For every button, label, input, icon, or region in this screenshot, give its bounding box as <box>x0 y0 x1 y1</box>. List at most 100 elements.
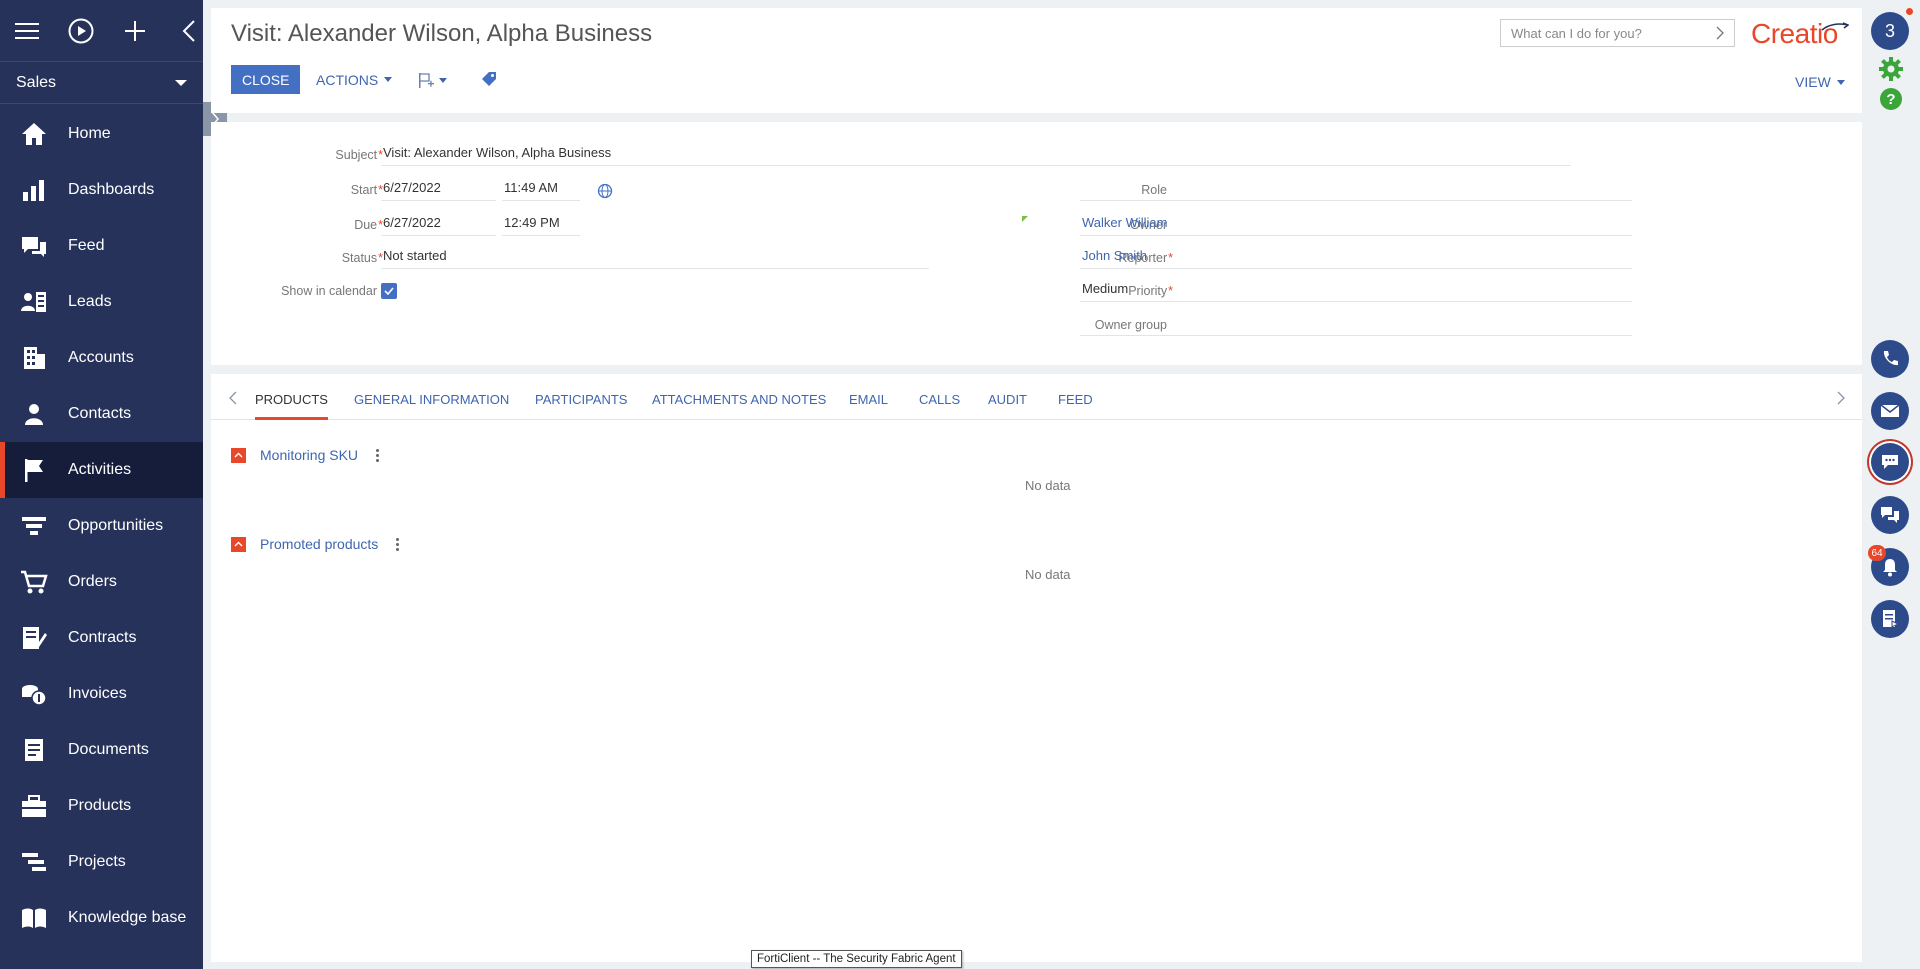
sidebar-item-orders[interactable]: Orders <box>0 554 203 610</box>
sidebar-item-knowledge-base[interactable]: Knowledge base <box>0 890 203 946</box>
workspace-selector[interactable]: Sales <box>0 62 203 104</box>
collapse-sidebar-icon[interactable] <box>176 18 202 44</box>
workspace-label: Sales <box>16 73 57 91</box>
close-button[interactable]: CLOSE <box>231 65 301 94</box>
view-button[interactable]: VIEW <box>1795 74 1845 90</box>
process-tasks-icon[interactable] <box>1871 600 1909 638</box>
sidebar-item-projects[interactable]: Projects <box>0 834 203 890</box>
priority-field[interactable]: Medium <box>1080 280 1632 302</box>
detail-title[interactable]: Monitoring SKU <box>260 447 358 463</box>
sidebar-item-contracts[interactable]: Contracts <box>0 610 203 666</box>
sidebar-item-accounts[interactable]: Accounts <box>0 330 203 386</box>
sidebar-item-opportunities[interactable]: Opportunities <box>0 498 203 554</box>
start-time-field[interactable]: 11:49 AM <box>502 179 580 201</box>
invoices-icon <box>20 680 48 708</box>
sidebar-item-label: Activities <box>68 461 132 478</box>
chevron-down-icon <box>1836 79 1845 85</box>
checkmark-icon <box>384 287 394 295</box>
sidebar-item-feed[interactable]: Feed <box>0 218 203 274</box>
feed-conversations-icon[interactable] <box>1871 496 1909 534</box>
tabs-scroll-right-icon[interactable] <box>1837 391 1845 408</box>
actions-button[interactable]: ACTIONS <box>316 65 393 94</box>
owner-group-field[interactable] <box>1080 314 1632 336</box>
due-time-field[interactable]: 12:49 PM <box>502 214 580 236</box>
creatio-logo: Creatio <box>1751 18 1849 50</box>
sidebar-item-dashboards[interactable]: Dashboards <box>0 162 203 218</box>
help-icon[interactable]: ? <box>1877 85 1905 113</box>
sidebar-item-home[interactable]: Home <box>0 106 203 162</box>
sidebar-item-invoices[interactable]: Invoices <box>0 666 203 722</box>
more-options-icon[interactable] <box>392 537 403 551</box>
sidebar-item-contacts[interactable]: Contacts <box>0 386 203 442</box>
sidebar-item-activities[interactable]: Activities <box>0 442 203 498</box>
tag-button[interactable] <box>481 71 497 90</box>
search-input[interactable] <box>1511 25 1691 41</box>
chevron-right-icon[interactable] <box>1716 26 1724 40</box>
collapse-toggle-icon[interactable] <box>231 536 246 552</box>
due-label: Due* <box>354 218 383 232</box>
due-date-field[interactable]: 6/27/2022 <box>381 214 496 236</box>
sidebar-item-label: Feed <box>68 237 105 254</box>
timezone-globe-icon[interactable] <box>597 183 613 202</box>
tab-email[interactable]: EMAIL <box>849 392 888 420</box>
collapse-toggle-icon[interactable] <box>231 447 246 463</box>
role-field[interactable] <box>1080 179 1632 201</box>
tab-calls[interactable]: CALLS <box>919 392 960 420</box>
sidebar-item-documents[interactable]: Documents <box>0 722 203 778</box>
tab-products[interactable]: PRODUCTS <box>255 392 328 420</box>
contracts-icon <box>20 624 48 652</box>
sidebar-item-products[interactable]: Products <box>0 778 203 834</box>
tab-bar: PRODUCTS GENERAL INFORMATION PARTICIPANT… <box>211 374 1862 420</box>
sidebar-toolbar <box>0 0 203 62</box>
detail-title[interactable]: Promoted products <box>260 536 378 552</box>
status-label: Status* <box>341 251 383 265</box>
flag-process-button[interactable] <box>417 71 447 89</box>
logo-swoosh-icon <box>1821 22 1849 31</box>
sidebar-item-label: Products <box>68 797 132 814</box>
unread-dot <box>1906 8 1913 15</box>
sidebar-item-label: Projects <box>68 853 126 870</box>
sidebar: Sales Home Dashboards Feed Leads Account… <box>0 0 203 969</box>
sidebar-item-leads[interactable]: Leads <box>0 274 203 330</box>
documents-icon <box>20 736 48 764</box>
tab-attachments-and-notes[interactable]: ATTACHMENTS AND NOTES <box>652 392 826 420</box>
sidebar-item-label: Dashboards <box>68 181 155 198</box>
settings-gear-icon[interactable] <box>1877 55 1905 83</box>
process-run-icon[interactable] <box>68 18 94 44</box>
empty-state-text: No data <box>1025 567 1071 582</box>
actions-label: ACTIONS <box>316 71 379 88</box>
status-field[interactable]: Not started <box>381 247 929 269</box>
user-badge-number: 3 <box>1884 20 1895 41</box>
more-options-icon[interactable] <box>372 448 383 462</box>
products-icon <box>20 792 48 820</box>
flag-add-icon <box>419 73 434 88</box>
svg-text:?: ? <box>1886 91 1895 108</box>
tabs-scroll-left-icon[interactable] <box>229 391 237 408</box>
tab-feed[interactable]: FEED <box>1058 392 1093 420</box>
orders-cart-icon <box>20 568 48 596</box>
opportunities-funnel-icon <box>20 512 48 540</box>
projects-icon <box>20 848 48 876</box>
communication-panel: 3 ? 64 <box>1862 0 1920 969</box>
chevron-down-icon <box>384 77 393 82</box>
view-label: VIEW <box>1795 74 1831 90</box>
user-profile-avatar[interactable]: 3 <box>1871 12 1909 50</box>
chat-bubble-icon[interactable] <box>1871 443 1909 481</box>
tab-general-information[interactable]: GENERAL INFORMATION <box>354 392 509 420</box>
subject-field[interactable]: Visit: Alexander Wilson, Alpha Business <box>381 144 1571 166</box>
tab-audit[interactable]: AUDIT <box>988 392 1027 420</box>
menu-icon[interactable] <box>14 18 40 44</box>
email-envelope-icon[interactable] <box>1871 392 1909 430</box>
sidebar-item-label: Invoices <box>68 685 127 702</box>
add-icon[interactable] <box>122 18 148 44</box>
leads-icon <box>20 288 48 316</box>
sidebar-item-label: Leads <box>68 293 112 310</box>
show-in-calendar-checkbox[interactable] <box>381 283 397 299</box>
phone-icon[interactable] <box>1871 340 1909 378</box>
tab-participants[interactable]: PARTICIPANTS <box>535 392 627 420</box>
start-label: Start* <box>350 183 383 197</box>
start-date-field[interactable]: 6/27/2022 <box>381 179 496 201</box>
reporter-field[interactable]: John Smith <box>1080 247 1632 269</box>
subject-label: Subject* <box>335 148 383 162</box>
owner-field[interactable]: Walker William <box>1080 214 1632 236</box>
